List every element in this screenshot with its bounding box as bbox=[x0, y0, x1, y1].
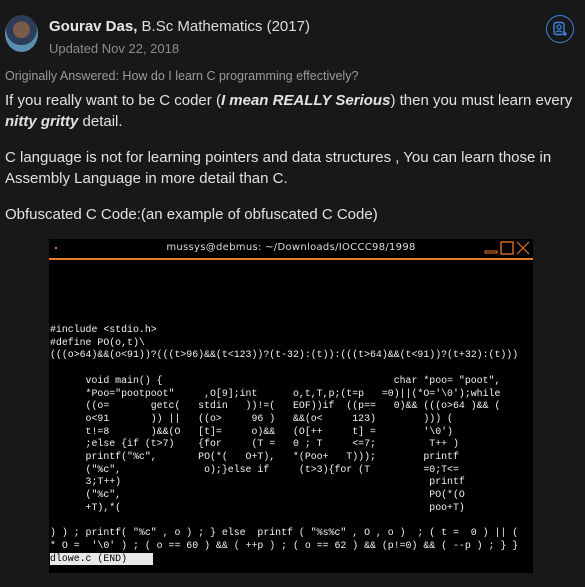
terminal-title: mussys@debmus: ~/Downloads/IOCCC98/1998 bbox=[166, 242, 416, 253]
pager-status: dlowe.c (END) bbox=[50, 552, 154, 566]
p1-emphasis: I mean REALLY Serious bbox=[220, 92, 391, 109]
follow-button[interactable] bbox=[546, 15, 574, 43]
person-add-icon bbox=[553, 21, 567, 36]
p1-text: If you really want to be C coder ( bbox=[5, 92, 221, 109]
minimize-icon bbox=[484, 250, 498, 254]
maximize-icon bbox=[500, 241, 514, 255]
close-icon bbox=[516, 241, 530, 255]
code-text: #include <stdio.h> #define PO(o,t)\ (((o… bbox=[50, 324, 519, 551]
author-line: Gourav Das, B.Sc Mathematics (2017) bbox=[49, 18, 310, 35]
paragraph-2: C language is not for learning pointers … bbox=[5, 149, 552, 187]
originally-answered[interactable]: Originally Answered: How do I learn C pr… bbox=[5, 69, 358, 83]
p1-text-2: ) then you must learn every bbox=[390, 92, 573, 109]
terminal-screenshot: mussys@debmus: ~/Downloads/IOCCC98/1998 … bbox=[49, 239, 533, 573]
terminal-titlebar: mussys@debmus: ~/Downloads/IOCCC98/1998 bbox=[49, 239, 533, 260]
author-name[interactable]: Gourav Das bbox=[49, 18, 133, 35]
p1-text-3: detail. bbox=[78, 113, 123, 130]
author-avatar[interactable] bbox=[5, 15, 38, 52]
p1-emphasis-2: nitty gritty bbox=[5, 113, 79, 130]
terminal-output: #include <stdio.h> #define PO(o,t)\ (((o… bbox=[50, 324, 519, 566]
paragraph-1: If you really want to be C coder (I mean… bbox=[5, 90, 580, 132]
author-credential: B.Sc Mathematics (2017) bbox=[141, 18, 310, 35]
updated-date[interactable]: Updated Nov 22, 2018 bbox=[49, 41, 179, 56]
paragraph-3: Obfuscated C Code:(an example of obfusca… bbox=[5, 206, 378, 223]
